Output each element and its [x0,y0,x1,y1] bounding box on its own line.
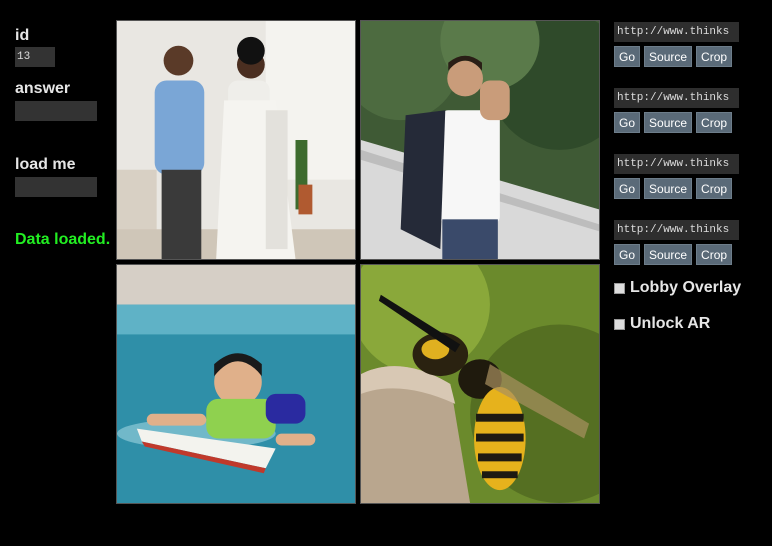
source-button[interactable]: Source [644,244,693,265]
unlock-ar-label: Unlock AR [630,315,711,332]
url-row: Go Source Crop [614,220,764,278]
right-panel: Go Source Crop Go Source Crop Go Source … [614,22,764,334]
lobby-overlay-checkbox[interactable] [614,282,625,294]
answer-input[interactable] [15,101,97,121]
crop-button[interactable]: Crop [696,112,733,133]
lobby-overlay-toggle[interactable]: Lobby Overlay [614,278,764,298]
go-button[interactable]: Go [614,112,641,133]
id-value: 13 [15,47,55,67]
id-label: id [15,27,30,44]
left-panel: id 13 answer load me Data loaded. [15,26,115,249]
url-row: Go Source Crop [614,22,764,88]
source-button[interactable]: Source [644,46,693,67]
image-couple[interactable] [116,20,356,260]
url-input[interactable] [614,154,739,174]
crop-button[interactable]: Crop [696,46,733,67]
status-message: Data loaded. [15,231,111,248]
crop-button[interactable]: Crop [696,178,733,199]
answer-label: answer [15,80,71,97]
crop-button[interactable]: Crop [696,244,733,265]
lobby-overlay-label: Lobby Overlay [630,279,742,296]
url-input[interactable] [614,88,739,108]
unlock-ar-toggle[interactable]: Unlock AR [614,314,764,334]
go-button[interactable]: Go [614,178,641,199]
url-input[interactable] [614,22,739,42]
url-row: Go Source Crop [614,88,764,154]
unlock-ar-checkbox[interactable] [614,318,625,330]
load-me-label: load me [15,156,76,173]
go-button[interactable]: Go [614,244,641,265]
source-button[interactable]: Source [644,112,693,133]
image-grid [116,20,603,506]
load-me-input[interactable] [15,177,97,197]
url-row: Go Source Crop [614,154,764,220]
go-button[interactable]: Go [614,46,641,67]
url-input[interactable] [614,220,739,240]
image-wasp[interactable] [360,264,600,504]
image-man-phone[interactable] [360,20,600,260]
image-boy-swimming[interactable] [116,264,356,504]
source-button[interactable]: Source [644,178,693,199]
